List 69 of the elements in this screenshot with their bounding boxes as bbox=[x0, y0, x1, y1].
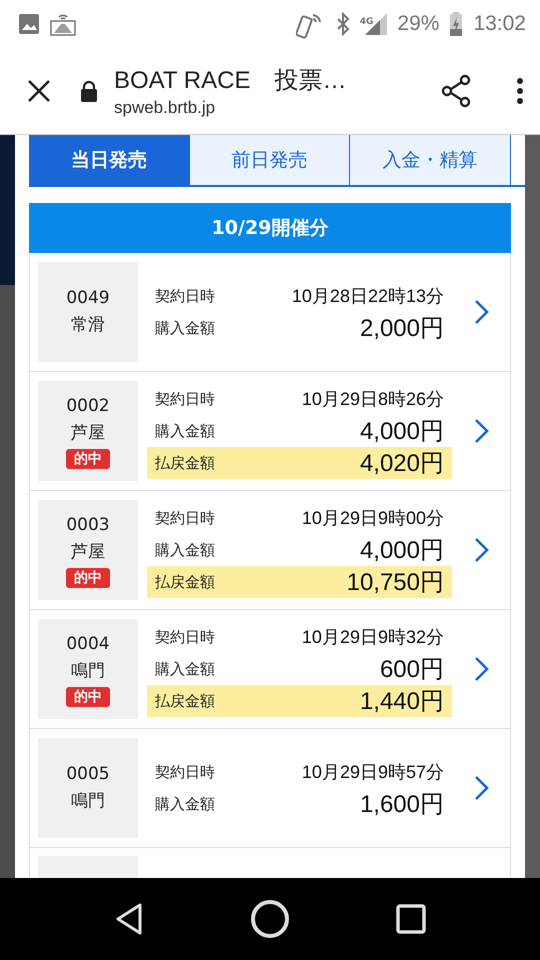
hit-badge: 的中 bbox=[66, 449, 110, 469]
field-label: 払戻金額 bbox=[155, 572, 215, 592]
ticket-card[interactable]: 0049 常滑 契約日時 10月28日22時13分 購入金額 2,000円 bbox=[29, 253, 511, 372]
field-value: 600円 bbox=[380, 655, 444, 685]
venue-name: 芦屋 bbox=[71, 541, 105, 564]
field-value: 1,440円 bbox=[360, 687, 444, 717]
back-icon[interactable] bbox=[114, 902, 144, 936]
field-label: 購入金額 bbox=[155, 318, 215, 338]
tab[interactable]: 前日発売 bbox=[190, 135, 350, 185]
field-value: 4,020円 bbox=[360, 449, 444, 479]
field-label: 購入金額 bbox=[155, 540, 215, 560]
chevron-right-icon[interactable] bbox=[474, 299, 490, 325]
field-value: 4,000円 bbox=[360, 536, 444, 566]
field-label: 契約日時 bbox=[155, 390, 215, 408]
image-icon bbox=[18, 13, 40, 35]
chevron-right-icon[interactable] bbox=[474, 418, 490, 444]
field-label: 契約日時 bbox=[155, 286, 215, 306]
home-icon[interactable] bbox=[250, 900, 289, 938]
more-menu-icon[interactable] bbox=[516, 77, 524, 105]
chevron-right-icon[interactable] bbox=[474, 775, 490, 801]
venue-name: 鳴門 bbox=[71, 660, 105, 683]
page-url: spweb.brtb.jp bbox=[114, 98, 216, 118]
field-value: 10月29日9時32分 bbox=[302, 626, 444, 649]
venue-name: 鳴門 bbox=[71, 790, 105, 813]
battery-percent: 29% bbox=[397, 12, 440, 36]
ticket-number: 0004 bbox=[66, 633, 110, 656]
ticket-card[interactable]: 0002 芦屋 的中 契約日時 10月29日8時26分 購入金額 4,000円 払戻金額 4,020円 bbox=[29, 372, 511, 491]
clock: 13:02 bbox=[473, 12, 526, 36]
field-value: 10月29日9時00分 bbox=[302, 507, 444, 530]
close-icon[interactable] bbox=[26, 78, 52, 104]
field-value: 1,600円 bbox=[360, 790, 444, 820]
field-label: 契約日時 bbox=[155, 508, 215, 528]
battery-charging-icon bbox=[449, 12, 464, 36]
chevron-right-icon[interactable] bbox=[474, 537, 490, 563]
field-value: 10月28日22時13分 bbox=[292, 285, 444, 308]
bluetooth-icon bbox=[336, 12, 350, 36]
chevron-right-icon[interactable] bbox=[474, 656, 490, 682]
hit-badge: 的中 bbox=[66, 687, 110, 707]
share-icon[interactable] bbox=[440, 74, 472, 108]
field-value: 2,000円 bbox=[360, 314, 444, 344]
ticket-number: 0002 bbox=[66, 395, 110, 418]
field-label: 払戻金額 bbox=[155, 692, 215, 710]
field-label: 契約日時 bbox=[155, 628, 215, 646]
field-value: 10,750円 bbox=[346, 568, 444, 598]
screen-cast-icon bbox=[50, 12, 76, 36]
section-header: 10/29開催分 bbox=[29, 203, 511, 253]
ticket-number: 0003 bbox=[66, 514, 110, 537]
hit-badge: 的中 bbox=[66, 568, 110, 588]
field-value: 10月29日8時26分 bbox=[302, 388, 444, 411]
recents-icon[interactable] bbox=[396, 904, 426, 934]
venue-name: 芦屋 bbox=[71, 422, 105, 445]
ticket-card[interactable]: 0004 鳴門 的中 契約日時 10月29日9時32分 購入金額 600円 払戻金額 1,440円 bbox=[29, 610, 511, 729]
ticket-card[interactable]: 0005 鳴門 契約日時 10月29日9時57分 購入金額 1,600円 bbox=[29, 729, 511, 848]
tab[interactable]: 入金・精算 bbox=[350, 135, 512, 185]
field-label: 購入金額 bbox=[155, 422, 215, 440]
ticket-number: 0005 bbox=[66, 763, 110, 786]
ticket-number: 0049 bbox=[66, 287, 110, 310]
field-label: 払戻金額 bbox=[155, 454, 215, 472]
venue-name: 常滑 bbox=[71, 314, 105, 337]
field-value: 4,000円 bbox=[360, 417, 444, 447]
ticket-card[interactable]: 0003 芦屋 的中 契約日時 10月29日9時00分 購入金額 4,000円 払戻金額 10,750円 bbox=[29, 491, 511, 610]
tab[interactable]: 当日発売 bbox=[29, 135, 190, 185]
field-label: 契約日時 bbox=[155, 762, 215, 782]
page-title: BOAT RACE 投票… bbox=[114, 66, 348, 96]
lock-icon bbox=[80, 80, 98, 102]
field-label: 購入金額 bbox=[155, 660, 215, 678]
network-label: 4G bbox=[360, 17, 374, 27]
field-label: 購入金額 bbox=[155, 794, 215, 814]
field-value: 10月29日9時57分 bbox=[302, 761, 444, 784]
